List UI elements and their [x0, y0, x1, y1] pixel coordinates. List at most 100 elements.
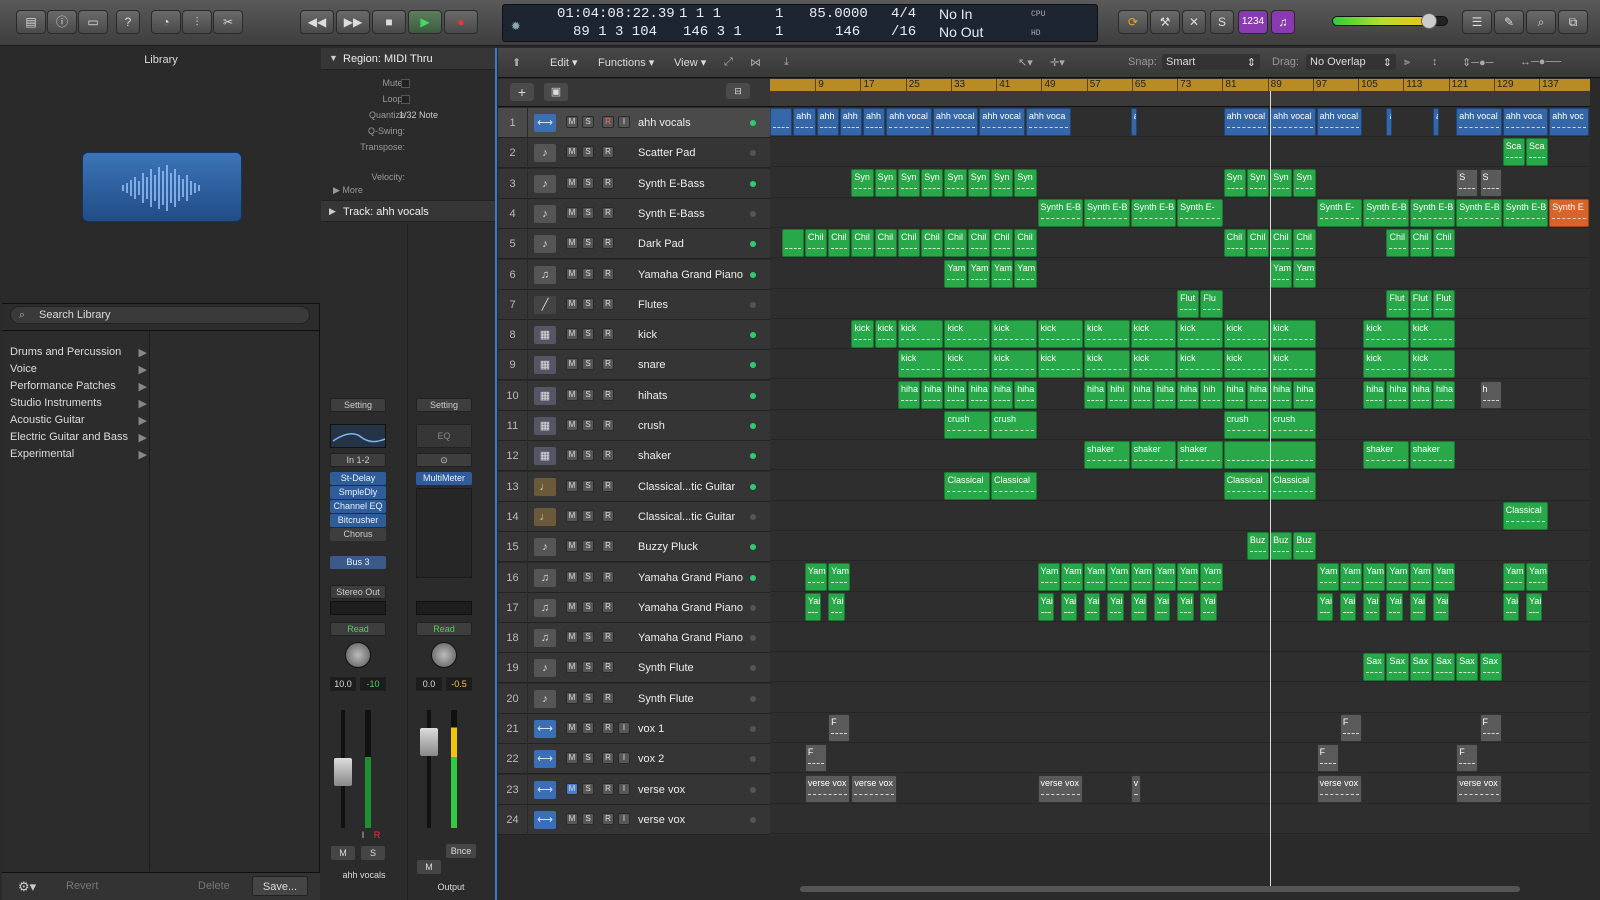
- replace-icon[interactable]: ✕: [1182, 10, 1206, 34]
- region[interactable]: Yam: [1037, 562, 1060, 591]
- region[interactable]: ahh vocal: [979, 108, 1025, 136]
- region[interactable]: F: [1456, 744, 1479, 773]
- empty-plugin-area[interactable]: [416, 488, 472, 578]
- region[interactable]: Flut: [1177, 289, 1200, 318]
- region[interactable]: Yai: [828, 592, 845, 621]
- library-category[interactable]: Studio Instruments ▶: [10, 397, 147, 410]
- region[interactable]: ahh voc: [1549, 108, 1589, 136]
- track-lane[interactable]: ahh ahh ahh ahh ahh vocal ahh vocal ahh vocal a…: [770, 107, 1590, 137]
- region[interactable]: verse vox: [1037, 774, 1084, 803]
- mute-button[interactable]: M: [566, 722, 578, 734]
- region[interactable]: crush: [990, 411, 1037, 439]
- flex-icon[interactable]: ⋈: [750, 56, 761, 69]
- region[interactable]: Flu: [1200, 289, 1223, 318]
- track-header[interactable]: 19 ♪ M S R Synth Flute: [498, 653, 770, 684]
- record-enable-button[interactable]: R: [602, 752, 614, 765]
- track-lane[interactable]: hiha hiha hiha hiha hiha hiha hiha hihi hiha hiha…: [770, 380, 1590, 410]
- track-on-led[interactable]: [750, 271, 756, 278]
- record-enable-button[interactable]: R: [602, 449, 614, 462]
- region[interactable]: Yai: [1037, 592, 1054, 621]
- mute-button[interactable]: M: [566, 267, 578, 280]
- track-header[interactable]: 16 ♫ M S R Yamaha Grand Piano: [498, 562, 770, 593]
- region[interactable]: kick: [897, 350, 944, 379]
- track-header[interactable]: 20 ♪ M S R Synth Flute: [498, 683, 770, 714]
- master-volume-knob[interactable]: [1420, 13, 1437, 29]
- region[interactable]: kick: [990, 350, 1037, 379]
- input-monitor-button[interactable]: I: [357, 830, 369, 842]
- region[interactable]: kick: [1223, 350, 1270, 379]
- region[interactable]: crush: [1223, 411, 1270, 439]
- output-group-slot[interactable]: [416, 601, 472, 615]
- region[interactable]: verse vox: [1316, 774, 1363, 803]
- mute-button[interactable]: M: [566, 631, 578, 644]
- region[interactable]: Yam: [990, 259, 1014, 288]
- automation-read[interactable]: Read: [330, 622, 386, 636]
- region[interactable]: hiha: [1223, 380, 1246, 409]
- lcd-input[interactable]: No In: [939, 6, 972, 22]
- output-automation-read[interactable]: Read: [416, 622, 472, 636]
- track-on-led[interactable]: [750, 362, 756, 369]
- mute-button[interactable]: M: [566, 419, 578, 431]
- lcd-output[interactable]: No Out: [939, 24, 983, 40]
- region[interactable]: a: [1130, 108, 1137, 136]
- region[interactable]: Yam: [1502, 562, 1526, 591]
- region[interactable]: ahh vocal: [886, 108, 932, 136]
- region[interactable]: kick: [874, 320, 897, 349]
- region[interactable]: Synth E-B: [1363, 198, 1409, 227]
- region[interactable]: Sax: [1363, 653, 1386, 682]
- track-name[interactable]: verse vox: [638, 805, 685, 835]
- track-header[interactable]: 22 ⟷ M S R Ivox 2: [498, 744, 770, 775]
- track-name[interactable]: kick: [638, 320, 657, 350]
- library-category[interactable]: Drums and Percussion ▶: [10, 346, 147, 359]
- output-fader[interactable]: [420, 728, 438, 756]
- region[interactable]: Yam: [1386, 562, 1409, 591]
- track-on-led[interactable]: [750, 150, 756, 157]
- mute-button[interactable]: M: [566, 509, 578, 522]
- track-header[interactable]: 6 ♫ M S R Yamaha Grand Piano: [498, 259, 770, 290]
- region-header[interactable]: ▼ Region: MIDI Thru: [321, 48, 495, 70]
- region[interactable]: ahh vocal: [1316, 108, 1363, 136]
- region[interactable]: verse vox: [851, 774, 897, 803]
- region[interactable]: Yam: [1316, 562, 1339, 591]
- region[interactable]: crush: [944, 411, 990, 439]
- record-enable-button[interactable]: R: [602, 237, 614, 250]
- region[interactable]: Yai: [1363, 592, 1380, 621]
- region[interactable]: ahh: [793, 108, 816, 136]
- solo-button[interactable]: S: [582, 146, 594, 159]
- region[interactable]: Chil: [897, 229, 921, 258]
- catch-icon[interactable]: ⤢: [724, 56, 733, 69]
- region[interactable]: kick: [1037, 320, 1084, 349]
- region[interactable]: kick: [1130, 350, 1177, 379]
- record-enable-button[interactable]: R: [602, 388, 614, 401]
- region[interactable]: Syn: [967, 168, 990, 197]
- help-icon[interactable]: ?: [116, 10, 140, 34]
- delete-button[interactable]: Delete: [198, 880, 230, 892]
- region[interactable]: Yai: [1502, 592, 1520, 621]
- region[interactable]: Yam: [1060, 562, 1084, 591]
- global-tracks-icon[interactable]: ⊟: [726, 83, 750, 99]
- bounce-button[interactable]: Bnce: [446, 844, 476, 858]
- mute-button[interactable]: M: [331, 846, 355, 860]
- track-on-led[interactable]: [750, 513, 756, 520]
- more-toggle[interactable]: ▶ More: [333, 185, 363, 196]
- region[interactable]: Chil: [1293, 229, 1316, 258]
- region[interactable]: Synth E-: [1177, 198, 1223, 227]
- solo-button[interactable]: S: [582, 540, 594, 553]
- inspector-icon[interactable]: ⓘ: [47, 10, 77, 34]
- notepad-icon[interactable]: ✎: [1494, 10, 1524, 34]
- solo-button[interactable]: S: [582, 358, 594, 371]
- mute-button[interactable]: M: [566, 388, 578, 401]
- track-on-led[interactable]: [750, 210, 756, 217]
- snap-select[interactable]: Smart ⇕: [1162, 54, 1260, 70]
- region[interactable]: Chil: [851, 229, 874, 258]
- smart-controls-icon[interactable]: ◔: [151, 10, 181, 34]
- track-on-led[interactable]: [750, 423, 756, 429]
- region[interactable]: Chil: [1014, 229, 1037, 258]
- track-header[interactable]: 11 ▦ M S Rcrush: [498, 411, 770, 441]
- region[interactable]: Syn: [897, 168, 921, 197]
- track-header[interactable]: 2 ♪ M S R Scatter Pad: [498, 138, 770, 169]
- region[interactable]: hiha: [897, 380, 921, 409]
- region[interactable]: Sca: [1502, 138, 1526, 167]
- region[interactable]: Yai: [1130, 592, 1147, 621]
- track-name[interactable]: verse vox: [638, 775, 685, 805]
